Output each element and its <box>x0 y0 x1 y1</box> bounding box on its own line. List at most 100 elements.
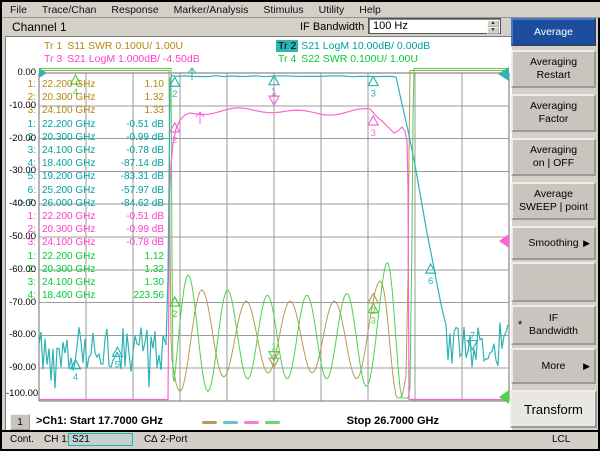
marker-value: 1.30 <box>114 276 164 289</box>
ref-indicator-tr2-icon <box>498 67 509 81</box>
legend-tr3[interactable]: Tr 3 S21 LogM 1.000dB/ -4.50dB <box>42 53 200 65</box>
trace-id-chip: Tr 3 <box>42 53 64 65</box>
softkey-label-2: Bandwidth <box>529 325 578 338</box>
marker-frequency: 24.100 GHz <box>36 104 114 117</box>
marker-number: 1: <box>12 250 36 263</box>
y-axis-label: -80.00 <box>6 329 36 340</box>
softkey-averaging-restart[interactable]: AveragingRestart <box>511 50 596 88</box>
menu-item-help[interactable]: Help <box>359 4 381 16</box>
marker-number: 3: <box>12 144 36 157</box>
marker-value: -0.78 dB <box>114 236 164 249</box>
marker-frequency: 24.100 GHz <box>36 276 114 289</box>
channel-title: Channel 1 <box>12 20 67 34</box>
spinner-up-icon[interactable]: ▲ <box>487 20 499 27</box>
marker-symbol: 2 <box>170 297 180 320</box>
marker-number-label: 6 <box>428 276 433 287</box>
marker-number-label: 2 <box>172 89 177 100</box>
menu-item-trace-chan[interactable]: Trace/Chan <box>42 4 96 16</box>
marker-number: 3: <box>12 276 36 289</box>
softkey-label: Averaging <box>530 144 577 157</box>
trace-dash <box>265 421 280 424</box>
marker-number-label: 2 <box>172 135 177 146</box>
local-remote-status: LCL <box>552 434 570 445</box>
marker-value: -83.31 dB <box>114 170 164 183</box>
softkey-if-bandwidth[interactable]: IFBandwidth * <box>511 305 596 345</box>
softkey-average[interactable]: Average <box>511 18 596 46</box>
if-bandwidth-input[interactable]: 100 Hz ▲ ▼ <box>368 18 501 34</box>
legend-tr2[interactable]: Tr 2 S21 LogM 10.00dB/ 0.00dB <box>276 40 430 52</box>
marker-frequency: 19.200 GHz <box>36 170 114 183</box>
marker-value: -0.78 dB <box>114 144 164 157</box>
y-axis-label: -60.00 <box>6 264 36 275</box>
softkey-average-sweep-point[interactable]: AverageSWEEP | point <box>511 182 596 220</box>
softkey-label: IF <box>549 312 558 325</box>
marker-frequency: 18.400 GHz <box>36 157 114 170</box>
trace-format-label: S21 LogM 1.000dB/ -4.50dB <box>64 53 199 65</box>
marker-number: 1: <box>12 118 36 131</box>
marker-number-label: 2 <box>172 309 177 320</box>
ref-indicator-tr3-icon <box>499 234 509 248</box>
bandwidth-arrow-icon <box>188 68 196 80</box>
active-measurement-box[interactable]: S21 <box>68 433 133 446</box>
marker-number-label: 7 <box>470 331 475 342</box>
ref-indicator-left-icon <box>39 68 47 78</box>
marker-value: 223.56 <box>114 289 164 302</box>
marker-frequency: 20.300 GHz <box>36 223 114 236</box>
softkey-averaging-factor[interactable]: AveragingFactor <box>511 94 596 132</box>
softkey-label: Average <box>534 188 573 201</box>
marker-number-label: 5 <box>115 359 120 370</box>
legend-tr1[interactable]: Tr 1 S11 SWR 0.100U/ 1.00U <box>42 40 183 52</box>
trace-id-chip: Tr 4 <box>276 53 298 65</box>
if-bandwidth-spinner: ▲ ▼ <box>487 20 499 32</box>
y-axis-label: -20.00 <box>6 133 36 144</box>
trace-dash <box>244 421 259 424</box>
marker-symbol: 3 <box>368 77 378 100</box>
y-axis-label: -10.00 <box>6 100 36 111</box>
legend-tr4[interactable]: Tr 4 S22 SWR 0.100U/ 1.00U <box>276 53 418 65</box>
softkey-smoothing[interactable]: Smoothing▶ <box>511 226 596 260</box>
y-axis-label: -40.00 <box>6 198 36 209</box>
submenu-arrow-icon: ▶ <box>583 360 590 373</box>
modified-indicator: * <box>518 319 522 332</box>
display-screen: 12312345671231234 Tr 1 S11 SWR 0.100U/ 1… <box>5 36 512 435</box>
marker-frequency: 25.200 GHz <box>36 184 114 197</box>
softkey-averaging-on-off[interactable]: Averagingon | OFF <box>511 138 596 176</box>
softkey-blank[interactable] <box>511 262 596 302</box>
spinner-down-icon[interactable]: ▼ <box>487 27 499 34</box>
menu-item-response[interactable]: Response <box>111 4 158 16</box>
softkey-label: Averaging <box>530 56 577 69</box>
marker-frequency: 18.400 GHz <box>36 289 114 302</box>
marker-symbol: 3 <box>368 116 378 139</box>
sweep-status: Cont. <box>10 434 34 445</box>
channel-status-label: CH 1: <box>44 434 70 445</box>
instrument-screen: File Trace/Chan Response Marker/Analysis Sti… <box>0 0 600 451</box>
y-axis-label: -30.00 <box>6 165 36 176</box>
menu-item-stimulus[interactable]: Stimulus <box>263 4 303 16</box>
menu-item-file[interactable]: File <box>10 4 27 16</box>
y-axis-label: 0.00 <box>6 67 36 78</box>
softkey-label: Average <box>534 26 573 39</box>
trace-format-label: S21 LogM 10.00dB/ 0.00dB <box>298 40 430 52</box>
menu-item-utility[interactable]: Utility <box>319 4 345 16</box>
softkey-label: Smoothing <box>528 237 578 250</box>
softkey-label-2: Restart <box>537 69 571 82</box>
marker-number-label: 3 <box>371 128 376 139</box>
y-axis-label: -50.00 <box>6 231 36 242</box>
marker-symbol: 3 <box>368 294 378 317</box>
menu-item-marker-analysis[interactable]: Marker/Analysis <box>174 4 249 16</box>
marker-readout-row: 6:25.200 GHz-57.97 dB <box>12 184 164 197</box>
marker-frequency: 22.200 GHz <box>36 78 114 91</box>
softkey-label: Averaging <box>530 100 577 113</box>
marker-number: 6: <box>12 184 36 197</box>
marker-value: -57.97 dB <box>114 184 164 197</box>
calibration-status: C∆ 2-Port <box>144 434 187 445</box>
softkey-more[interactable]: More▶ <box>511 348 596 384</box>
marker-value: -0.51 dB <box>114 118 164 131</box>
marker-number-label: 3 <box>371 89 376 100</box>
marker-number-label: 1 <box>271 86 276 97</box>
softkey-label-2: Factor <box>539 113 569 126</box>
marker-frequency: 24.100 GHz <box>36 144 114 157</box>
ref-indicator-tr4-icon <box>499 390 509 404</box>
trace-format-label: S11 SWR 0.100U/ 1.00U <box>64 40 183 52</box>
softkey-transform[interactable]: Transform <box>510 390 597 428</box>
